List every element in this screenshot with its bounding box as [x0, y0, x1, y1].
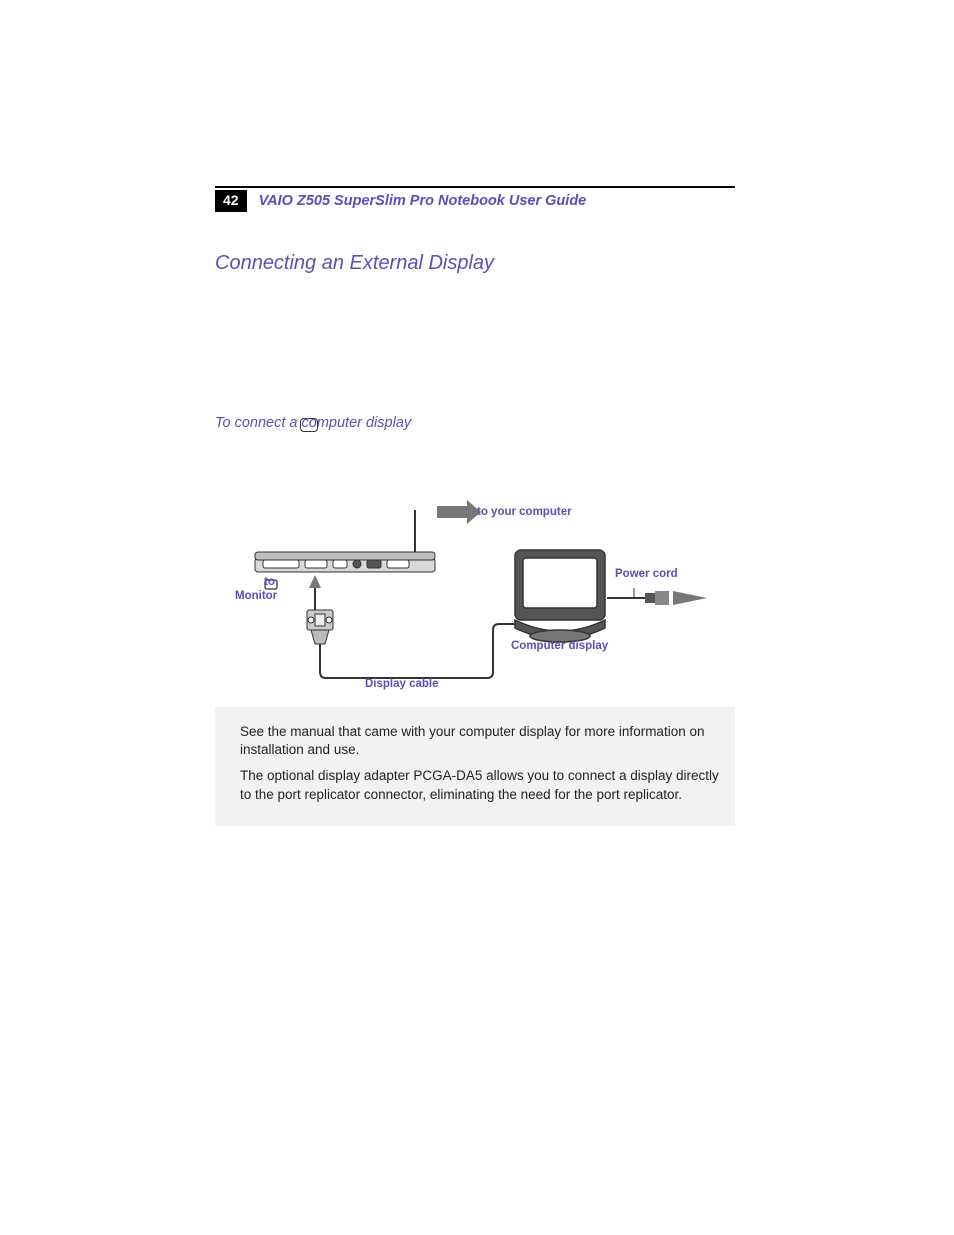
- page-header: 42 VAIO Z505 SuperSlim Pro Notebook User…: [215, 190, 735, 212]
- connection-diagram: to your computer Power cord to Monitor C…: [215, 480, 735, 710]
- label-computer-display: Computer display: [511, 640, 608, 654]
- label-display-cable: Display cable: [365, 678, 439, 692]
- section-subtitle: To connect a computer display: [215, 415, 735, 431]
- note-paragraph-2: The optional display adapter PCGA-DA5 al…: [240, 767, 721, 803]
- header-rule: [215, 186, 735, 188]
- label-to-computer: to your computer: [477, 506, 572, 520]
- label-power-cord: Power cord: [615, 568, 678, 582]
- page-number: 42: [215, 190, 247, 212]
- section-title: Connecting an External Display: [215, 252, 735, 275]
- monitor-icon: [300, 418, 318, 432]
- label-to-monitor: to Monitor: [235, 576, 275, 604]
- note-box: See the manual that came with your compu…: [215, 707, 735, 826]
- guide-title: VAIO Z505 SuperSlim Pro Notebook User Gu…: [247, 190, 587, 212]
- note-paragraph-1: See the manual that came with your compu…: [240, 723, 721, 759]
